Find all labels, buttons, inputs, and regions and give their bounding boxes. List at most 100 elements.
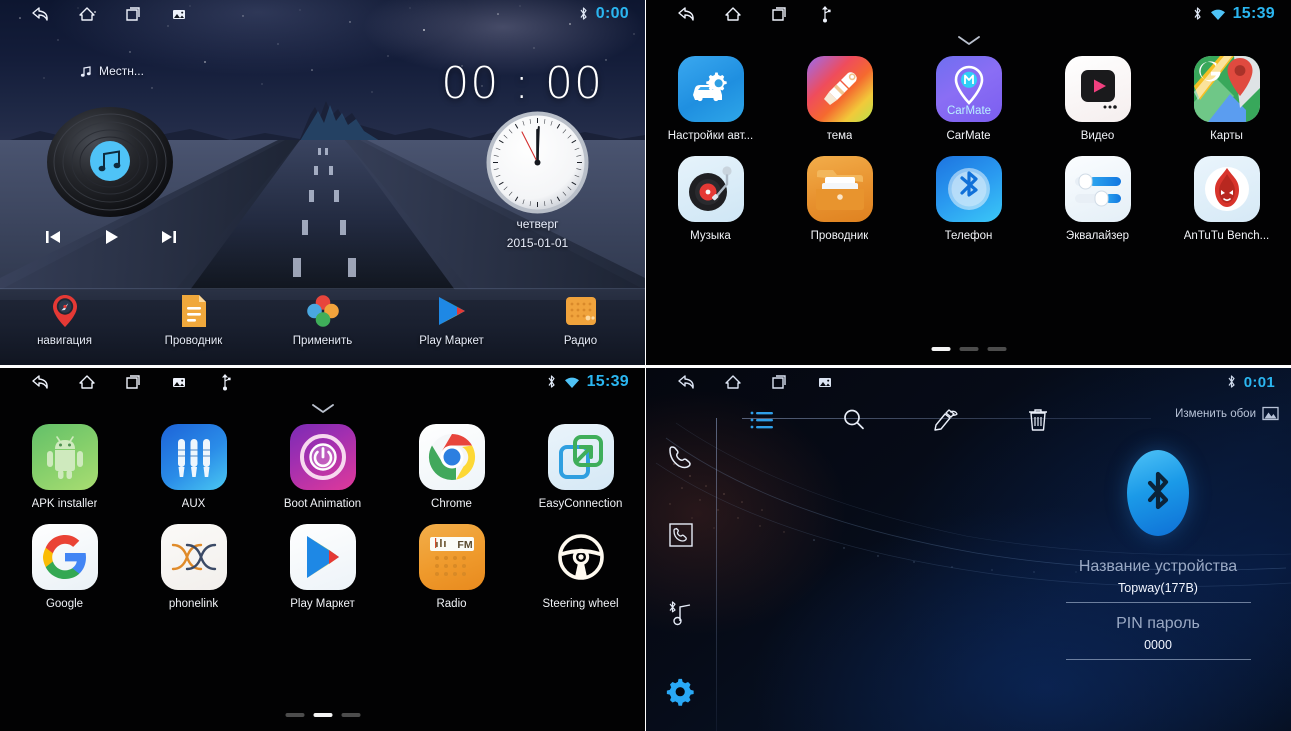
change-wallpaper-button[interactable]: Изменить обои — [1175, 406, 1279, 421]
toolbar-delete-button[interactable] — [992, 408, 1084, 432]
screenshot-icon[interactable] — [802, 368, 848, 396]
play-store-icon — [289, 524, 356, 590]
pin-value[interactable]: 0000 — [1144, 638, 1172, 652]
easyconnection-icon — [547, 424, 614, 490]
app-label: Boot Animation — [283, 498, 362, 510]
status-bar-drawer2: 15:39 — [0, 368, 645, 396]
nav-icons-bluetooth — [646, 368, 848, 396]
home-dock: навигация Проводник Применить Play Марке… — [0, 289, 645, 365]
page-indicator-drawer1[interactable] — [931, 347, 1006, 351]
app-label: Эквалайзер — [1065, 230, 1130, 242]
device-name-value[interactable]: Topway(177B) — [1118, 581, 1198, 595]
app-easyconnection[interactable]: EasyConnection — [516, 424, 645, 510]
app-steering-wheel[interactable]: Steering wheel — [516, 524, 645, 610]
recents-icon[interactable] — [756, 368, 802, 396]
carmate-icon: CarMate — [935, 56, 1002, 122]
page-dot[interactable] — [285, 713, 304, 717]
bluetooth-icon — [1228, 375, 1235, 388]
dock-item-file-manager[interactable]: Проводник — [140, 293, 248, 347]
app-google[interactable]: Google — [0, 524, 129, 610]
usb-icon[interactable] — [202, 368, 248, 396]
dock-item-radio[interactable]: Радио — [527, 293, 635, 347]
app-carmate[interactable]: CarMate CarMate — [904, 56, 1033, 142]
status-clock: 15:39 — [1232, 5, 1275, 22]
dock-item-navigation[interactable]: навигация — [11, 293, 119, 347]
chevron-down-icon[interactable] — [956, 34, 982, 52]
app-label: Radio — [436, 598, 467, 610]
page-dot[interactable] — [959, 347, 978, 351]
next-track-button[interactable] — [152, 222, 186, 252]
back-icon[interactable] — [664, 0, 710, 28]
app-aux[interactable]: AUX — [129, 424, 258, 510]
home-icon[interactable] — [710, 0, 756, 28]
dock-label: Play Маркет — [419, 335, 484, 347]
toolbar-search-button[interactable] — [808, 408, 900, 432]
usb-icon[interactable] — [802, 0, 848, 28]
prev-track-button[interactable] — [36, 222, 70, 252]
power-ring-icon — [289, 424, 356, 490]
toolbar-edit-button[interactable] — [900, 408, 992, 432]
antutu-icon — [1193, 156, 1260, 222]
album-disc[interactable] — [45, 105, 175, 225]
recents-icon[interactable] — [110, 0, 156, 28]
app-label: Музыка — [690, 230, 731, 242]
list-icon — [750, 411, 773, 429]
status-indicators-drawer2: 15:39 — [546, 373, 645, 391]
app-antutu[interactable]: AnTuTu Bench... — [1162, 156, 1291, 242]
bluetooth-device-panel: Название устройства Topway(177B) PIN пар… — [1043, 450, 1273, 672]
home-icon[interactable] — [64, 0, 110, 28]
apps-clover-icon — [305, 293, 341, 329]
app-phone[interactable]: Телефон — [904, 156, 1033, 242]
app-theme[interactable]: тема — [775, 56, 904, 142]
app-music[interactable]: Музыка — [646, 156, 775, 242]
toolbar-list-button[interactable] — [716, 409, 808, 431]
image-icon — [1262, 406, 1279, 421]
app-apk-installer[interactable]: APK installer — [0, 424, 129, 510]
search-icon — [844, 409, 864, 430]
status-indicators-bluetooth: 0:01 — [1226, 374, 1291, 391]
app-radio[interactable]: FM Radio — [387, 524, 516, 610]
sidebar-item-settings[interactable] — [654, 653, 708, 731]
play-button[interactable] — [94, 222, 128, 252]
screenshot-icon[interactable] — [156, 0, 202, 28]
back-icon[interactable] — [664, 368, 710, 396]
video-player-icon — [1064, 56, 1131, 122]
app-file-explorer[interactable]: Проводник — [775, 156, 904, 242]
app-boot-animation[interactable]: Boot Animation — [258, 424, 387, 510]
sidebar-item-call-log[interactable] — [654, 496, 708, 574]
equalizer-icon — [1064, 156, 1131, 222]
sidebar-item-dialpad[interactable] — [654, 418, 708, 496]
app-label: Карты — [1210, 130, 1243, 142]
back-icon[interactable] — [18, 368, 64, 396]
chevron-down-icon[interactable] — [310, 402, 336, 420]
home-icon[interactable] — [64, 368, 110, 396]
page-indicator-drawer2[interactable] — [285, 713, 360, 717]
digital-clock: 00 : 00 — [441, 58, 603, 109]
home-icon[interactable] — [710, 368, 756, 396]
page-dot[interactable] — [987, 347, 1006, 351]
screenshot-icon[interactable] — [156, 368, 202, 396]
change-wallpaper-label: Изменить обои — [1175, 407, 1256, 420]
app-car-settings[interactable]: Настройки авт... — [646, 56, 775, 142]
page-dot[interactable] — [313, 713, 332, 717]
panel-app-drawer-page-2: 15:39 APK installer AUX Boot Animation C… — [0, 368, 645, 731]
nav-icons-drawer1 — [646, 0, 848, 28]
app-label: APK installer — [31, 498, 98, 510]
sidebar-item-bluetooth-music[interactable] — [654, 575, 708, 653]
page-dot[interactable] — [931, 347, 950, 351]
analog-clock — [485, 110, 590, 220]
app-phonelink[interactable]: phonelink — [129, 524, 258, 610]
bluetooth-music-icon — [669, 601, 691, 625]
app-maps[interactable]: Карты — [1162, 56, 1291, 142]
dock-item-apps[interactable]: Применить — [269, 293, 377, 347]
recents-icon[interactable] — [110, 368, 156, 396]
back-icon[interactable] — [18, 0, 64, 28]
dock-item-play-market[interactable]: Play Маркет — [398, 293, 506, 347]
recents-icon[interactable] — [756, 0, 802, 28]
app-label: CarMate — [946, 130, 991, 142]
app-video[interactable]: Видео — [1033, 56, 1162, 142]
app-equalizer[interactable]: Эквалайзер — [1033, 156, 1162, 242]
app-play-market[interactable]: Play Маркет — [258, 524, 387, 610]
page-dot[interactable] — [341, 713, 360, 717]
app-chrome[interactable]: Chrome — [387, 424, 516, 510]
